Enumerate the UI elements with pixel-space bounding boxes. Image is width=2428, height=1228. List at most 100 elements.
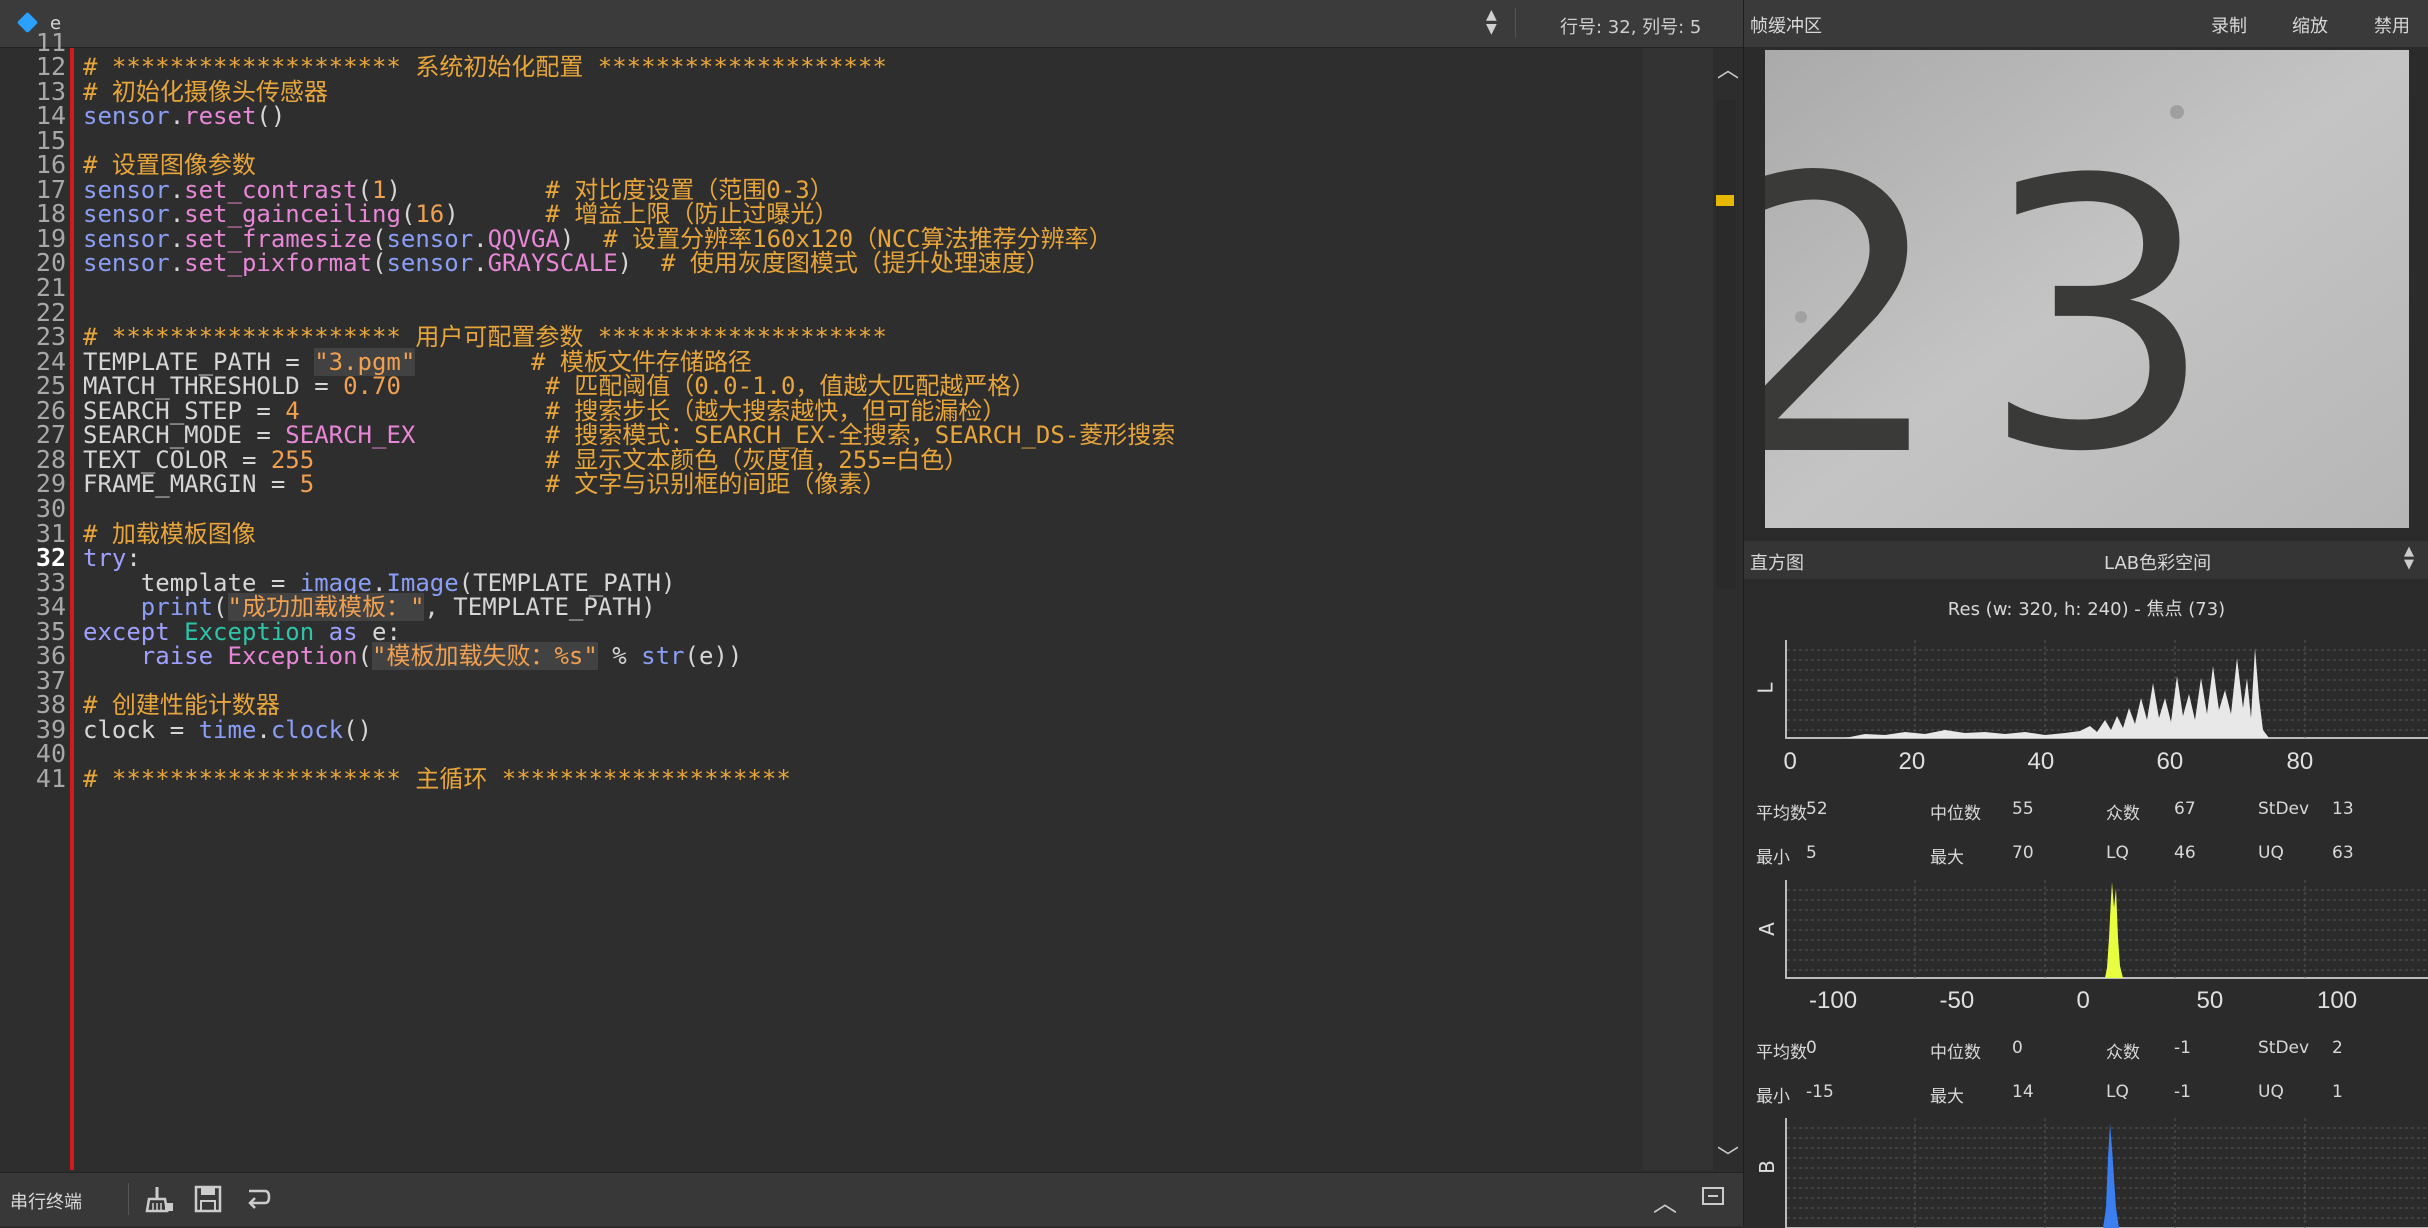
minimap[interactable] bbox=[1643, 48, 1713, 1170]
scroll-down-icon[interactable]: ﹀ bbox=[1713, 1140, 1743, 1172]
stat-value: 13 bbox=[2332, 799, 2354, 819]
code-token: % bbox=[597, 642, 642, 670]
stat-value: 0 bbox=[2012, 1038, 2023, 1058]
framebuffer-header: 帧缓冲区 录制 缩放 禁用 bbox=[1744, 0, 2428, 47]
code-token: raise bbox=[140, 642, 214, 670]
code-token: sensor bbox=[386, 249, 474, 277]
clear-terminal-icon[interactable] bbox=[143, 1183, 175, 1215]
stat-label: 最大 bbox=[1930, 1087, 1964, 1107]
right-panel: 帧缓冲区 录制 缩放 禁用 2 3 直方图 LAB色彩空间 ▲ ▼ Res (w:… bbox=[1743, 0, 2428, 1228]
axis-tick-label: 20 bbox=[1898, 748, 1926, 775]
disable-button[interactable]: 禁用 bbox=[2374, 12, 2410, 38]
scrollbar-cursor-marker bbox=[1716, 195, 1734, 206]
code-token: sensor bbox=[83, 102, 170, 130]
axis-tick-label: 40 bbox=[2027, 748, 2055, 775]
gutter-marker-bar bbox=[70, 48, 74, 1170]
divider bbox=[1515, 8, 1516, 38]
line-wrap-icon[interactable] bbox=[241, 1183, 273, 1215]
stat-value: 52 bbox=[1806, 799, 1828, 819]
axis-tick-label: -50 bbox=[1939, 987, 1975, 1014]
color-space-dropdown-icon[interactable]: ▲ ▼ bbox=[2404, 545, 2414, 571]
code-token: # 文字与识别框的间距（像素） bbox=[545, 470, 887, 498]
expand-terminal-icon[interactable]: ︿ bbox=[1653, 1183, 1677, 1218]
axis-tick-label: 0 bbox=[2076, 987, 2090, 1014]
save-icon[interactable] bbox=[192, 1183, 224, 1215]
stat-label: StDev bbox=[2258, 799, 2310, 819]
axis-tick-label: 80 bbox=[2286, 748, 2314, 775]
code-editor[interactable]: e ▲ ▼ 行号: 32, 列号: 5 ︿ ﹀ 11 12 # ***********… bbox=[0, 0, 1743, 1225]
framebuffer-image[interactable]: 2 3 bbox=[1765, 50, 2409, 528]
code-line[interactable]: sensor.set_pixformat(sensor.GRAYSCALE) #… bbox=[83, 247, 1050, 279]
histogram-axis bbox=[1785, 880, 2428, 979]
divider bbox=[128, 1183, 129, 1215]
histogram-l-channel bbox=[1785, 640, 2428, 739]
histogram-l-area bbox=[1845, 648, 2269, 738]
bottom-toolbar: 串行终端 ︿ bbox=[0, 1172, 1743, 1226]
axis-tick-label: 0 bbox=[1783, 748, 1797, 775]
camera-frame-image: 2 3 bbox=[1765, 50, 2409, 528]
stat-label: 最大 bbox=[1930, 848, 1964, 868]
code-token: . bbox=[256, 716, 271, 744]
digit-3: 3 bbox=[1980, 103, 2215, 528]
stat-label: 最小 bbox=[1756, 848, 1790, 868]
line-number: 41 bbox=[35, 764, 66, 793]
stat-label: LQ bbox=[2106, 843, 2129, 863]
scroll-up-icon[interactable]: ︿ bbox=[1713, 52, 1743, 84]
histogram-title: 直方图 bbox=[1750, 553, 1804, 574]
zoom-button[interactable]: 缩放 bbox=[2292, 12, 2328, 38]
code-token: clock bbox=[270, 716, 344, 744]
histogram-a-channel bbox=[1785, 880, 2428, 979]
channel-label-b: B bbox=[1754, 1160, 1779, 1174]
axis-tick-label: -100 bbox=[1809, 987, 1858, 1014]
stat-value: -1 bbox=[2174, 1038, 2191, 1058]
record-button[interactable]: 录制 bbox=[2211, 12, 2247, 38]
stat-label: StDev bbox=[2258, 1038, 2310, 1058]
resolution-info: Res (w: 320, h: 240) - 焦点 (73) bbox=[1947, 599, 2226, 620]
scrollbar-thumb[interactable] bbox=[1716, 100, 1736, 590]
color-space-select[interactable]: LAB色彩空间 bbox=[2104, 549, 2211, 575]
code-token: reset bbox=[184, 102, 257, 130]
code-token: ( bbox=[372, 249, 387, 277]
code-token: sensor bbox=[83, 249, 170, 277]
stat-value: 67 bbox=[2174, 799, 2196, 819]
code-line[interactable]: # ******************** 主循环 *************… bbox=[83, 763, 791, 795]
code-token: "模板加载失败：%s" bbox=[372, 642, 598, 670]
code-token: time bbox=[198, 716, 257, 744]
code-token: . bbox=[169, 102, 185, 130]
stat-value: 70 bbox=[2012, 843, 2034, 863]
code-line[interactable]: sensor.reset() bbox=[83, 100, 285, 132]
stat-value: 2 bbox=[2332, 1038, 2343, 1058]
stat-value: 5 bbox=[1806, 843, 1817, 863]
code-token: . bbox=[169, 249, 185, 277]
code-token: GRAYSCALE bbox=[487, 249, 618, 277]
stat-value: 0 bbox=[1806, 1038, 1817, 1058]
channel-label-l: L bbox=[1753, 682, 1778, 694]
histogram-header: 直方图 LAB色彩空间 ▲ ▼ bbox=[1744, 541, 2428, 579]
code-line[interactable]: FRAME_MARGIN = 5 # 文字与识别框的间距（像素） bbox=[83, 468, 886, 500]
stat-value: 1 bbox=[2332, 1082, 2343, 1102]
tab-switch-arrows-icon[interactable]: ▲ ▼ bbox=[1486, 8, 1497, 36]
stat-label: 众数 bbox=[2106, 1043, 2140, 1063]
stat-value: 46 bbox=[2174, 843, 2196, 863]
code-token: str bbox=[641, 642, 685, 670]
code-token: () bbox=[256, 102, 286, 130]
histogram-b-channel bbox=[1785, 1118, 2428, 1228]
serial-terminal-tab[interactable]: 串行终端 bbox=[10, 1188, 82, 1214]
code-token: . bbox=[473, 249, 488, 277]
code-line[interactable]: clock = time.clock() bbox=[83, 714, 372, 746]
code-token: set_pixformat bbox=[184, 249, 372, 277]
histogram-b-area bbox=[2103, 1123, 2119, 1228]
axis-tick-label: 60 bbox=[2156, 748, 2184, 775]
stat-value: 14 bbox=[2012, 1082, 2034, 1102]
editor-tab-bar: e ▲ ▼ 行号: 32, 列号: 5 bbox=[0, 0, 1743, 48]
digit-2: 2 bbox=[1765, 97, 1947, 528]
code-line[interactable]: raise Exception("模板加载失败：%s" % str(e)) bbox=[83, 640, 742, 672]
stat-label: 中位数 bbox=[1930, 804, 1981, 824]
stat-label: 众数 bbox=[2106, 804, 2140, 824]
code-token: FRAME_MARGIN = bbox=[83, 470, 300, 498]
histogram-axis bbox=[1785, 640, 2428, 739]
framebuffer-title: 帧缓冲区 bbox=[1750, 16, 1822, 37]
toggle-panel-icon[interactable] bbox=[1702, 1187, 1724, 1205]
stat-label: UQ bbox=[2258, 843, 2284, 863]
